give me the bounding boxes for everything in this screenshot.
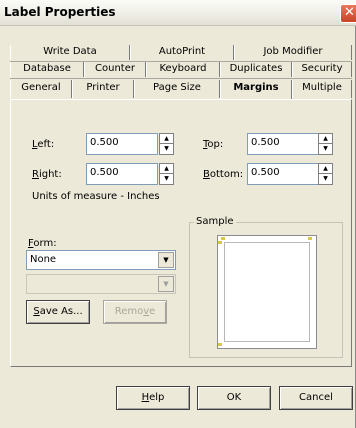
bottom-margin-spinner[interactable]: ▲ ▼ (318, 163, 333, 185)
tab-autoprint[interactable]: AutoPrint (130, 45, 234, 60)
tab-security[interactable]: Security (292, 62, 352, 77)
form-select[interactable]: None ▼ (26, 250, 176, 270)
left-margin-spinner[interactable]: ▲ ▼ (159, 133, 174, 155)
tab-job-modifier[interactable]: Job Modifier (234, 45, 352, 60)
sample-group: Sample (189, 216, 343, 358)
tab-database[interactable]: Database (10, 62, 84, 77)
margin-corner-marker (218, 343, 222, 346)
tab-row-3: General Printer Page Size Margins Multip… (10, 80, 352, 100)
help-button[interactable]: Help (116, 386, 190, 410)
left-label: Left: (32, 139, 55, 150)
title-bar[interactable]: Label Properties ✕ (0, 0, 356, 26)
form-label: Form: (28, 238, 57, 249)
top-margin-spinner[interactable]: ▲ ▼ (318, 133, 333, 155)
top-label: Top: (203, 139, 224, 150)
right-label: Right: (32, 169, 62, 180)
right-margin-input[interactable]: 0.500 (86, 163, 158, 185)
save-as-button[interactable]: Save As... (26, 300, 90, 324)
dialog-title: Label Properties (4, 5, 116, 19)
spin-down-icon[interactable]: ▼ (319, 144, 332, 154)
tab-write-data[interactable]: Write Data (10, 45, 130, 60)
cancel-button[interactable]: Cancel (279, 386, 353, 410)
tab-multiple[interactable]: Multiple (292, 80, 352, 98)
chevron-down-icon[interactable]: ▼ (158, 252, 174, 268)
tab-printer[interactable]: Printer (72, 80, 134, 98)
top-margin-input[interactable]: 0.500 (247, 133, 322, 155)
spin-up-icon[interactable]: ▲ (319, 134, 332, 144)
close-icon[interactable]: ✕ (340, 4, 356, 23)
spin-down-icon[interactable]: ▼ (160, 174, 173, 184)
remove-button[interactable]: Remove (103, 300, 167, 324)
tab-row-2: Database Counter Keyboard Duplicates Sec… (10, 62, 352, 77)
bottom-label: Bottom: (203, 169, 244, 180)
form-select-value: None (30, 254, 57, 265)
margin-corner-marker (218, 241, 222, 244)
spin-up-icon[interactable]: ▲ (160, 134, 173, 144)
bottom-margin-input[interactable]: 0.500 (247, 163, 322, 185)
tab-duplicates[interactable]: Duplicates (220, 62, 292, 77)
left-margin-input[interactable]: 0.500 (86, 133, 158, 155)
chevron-down-icon[interactable]: ▼ (158, 276, 174, 292)
tab-general[interactable]: General (10, 80, 72, 98)
tab-counter[interactable]: Counter (84, 62, 146, 77)
spin-up-icon[interactable]: ▲ (319, 164, 332, 174)
spin-down-icon[interactable]: ▼ (160, 144, 173, 154)
margin-corner-marker (221, 237, 225, 240)
ok-button[interactable]: OK (197, 386, 271, 410)
sample-margin-box (224, 242, 310, 342)
sample-legend: Sample (194, 216, 236, 227)
margin-corner-marker (308, 237, 312, 240)
form-secondary-select[interactable]: ▼ (26, 274, 176, 294)
tab-page-size[interactable]: Page Size (134, 80, 220, 98)
tab-margins[interactable]: Margins (220, 80, 292, 100)
tab-divider (10, 78, 352, 79)
spin-up-icon[interactable]: ▲ (160, 164, 173, 174)
tab-row-1: Write Data AutoPrint Job Modifier (10, 45, 352, 60)
units-of-measure-text: Units of measure - Inches (32, 191, 160, 202)
margins-panel: Left: 0.500 ▲ ▼ Top: 0.500 ▲ ▼ Right: 0.… (10, 99, 352, 367)
right-margin-spinner[interactable]: ▲ ▼ (159, 163, 174, 185)
spin-down-icon[interactable]: ▼ (319, 174, 332, 184)
sample-page-preview (217, 235, 317, 349)
tab-keyboard[interactable]: Keyboard (146, 62, 220, 77)
label-properties-dialog: Label Properties ✕ Write Data AutoPrint … (0, 0, 356, 428)
